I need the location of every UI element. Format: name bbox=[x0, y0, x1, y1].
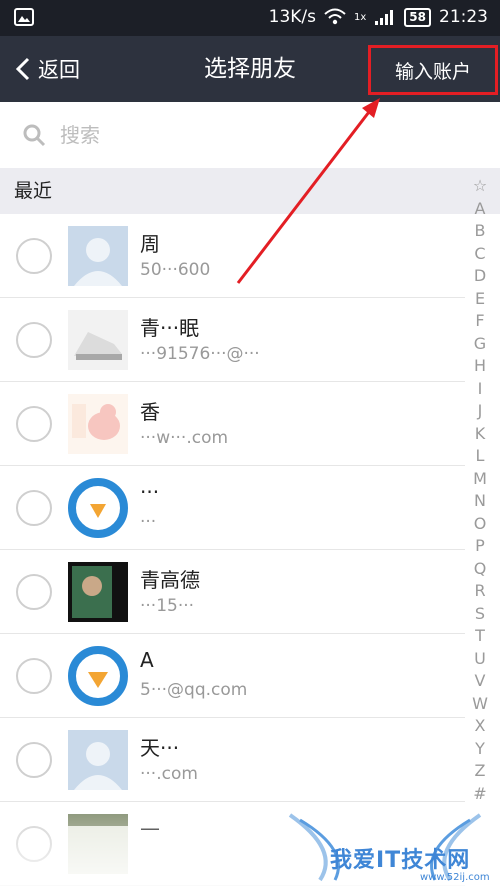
friend-name: 周 bbox=[140, 232, 160, 256]
index-letter[interactable]: G bbox=[468, 333, 492, 356]
watermark-text: 我爱IT技术网 bbox=[330, 848, 471, 873]
search-icon bbox=[23, 124, 46, 147]
alphabet-index: ☆ A B C D E F G H I J K L M N O P Q R S … bbox=[468, 175, 492, 805]
friend-name: 香 bbox=[140, 400, 160, 424]
network-speed: 13K/s bbox=[268, 7, 317, 27]
friend-row[interactable]: 香 ···w···.com bbox=[0, 382, 465, 466]
watermark-url: www.52ij.com bbox=[420, 872, 490, 883]
friend-row[interactable]: 天··· ···.com bbox=[0, 718, 465, 802]
index-letter[interactable]: O bbox=[468, 513, 492, 536]
select-radio[interactable] bbox=[16, 406, 52, 442]
index-letter[interactable]: V bbox=[468, 670, 492, 693]
friend-detail: 5···@qq.com bbox=[140, 680, 248, 700]
section-header-recent: 最近 bbox=[0, 168, 500, 214]
index-letter[interactable]: A bbox=[468, 198, 492, 221]
friend-name: 青···眠 bbox=[140, 316, 200, 340]
friend-row[interactable]: 周 50···600 bbox=[0, 214, 465, 298]
index-letter[interactable]: C bbox=[468, 243, 492, 266]
friend-detail: ··· bbox=[140, 512, 157, 532]
avatar bbox=[68, 730, 128, 790]
friend-detail: ···15··· bbox=[140, 596, 195, 616]
friend-name: ··· bbox=[140, 480, 160, 504]
index-letter[interactable]: H bbox=[468, 355, 492, 378]
status-bar: 13K/s 1x 58 21:23 bbox=[0, 0, 500, 36]
index-letter[interactable]: D bbox=[468, 265, 492, 288]
clock: 21:23 bbox=[439, 7, 488, 27]
index-letter[interactable]: J bbox=[468, 400, 492, 423]
select-radio[interactable] bbox=[16, 238, 52, 274]
select-radio[interactable] bbox=[16, 658, 52, 694]
avatar bbox=[68, 478, 128, 538]
avatar bbox=[68, 562, 128, 622]
chevron-left-icon bbox=[16, 57, 30, 81]
index-letter[interactable]: W bbox=[468, 693, 492, 716]
index-letter[interactable]: I bbox=[468, 378, 492, 401]
search-bar bbox=[0, 102, 500, 168]
index-letter[interactable]: N bbox=[468, 490, 492, 513]
index-letter[interactable]: E bbox=[468, 288, 492, 311]
select-radio[interactable] bbox=[16, 742, 52, 778]
index-letter[interactable]: T bbox=[468, 625, 492, 648]
index-star[interactable]: ☆ bbox=[468, 175, 492, 198]
battery-indicator: 58 bbox=[404, 7, 431, 27]
index-letter[interactable]: X bbox=[468, 715, 492, 738]
select-radio[interactable] bbox=[16, 490, 52, 526]
index-letter[interactable]: L bbox=[468, 445, 492, 468]
select-radio[interactable] bbox=[16, 322, 52, 358]
select-radio[interactable] bbox=[16, 574, 52, 610]
wifi-icon bbox=[324, 8, 346, 25]
index-letter[interactable]: Z bbox=[468, 760, 492, 783]
index-letter[interactable]: Q bbox=[468, 558, 492, 581]
signal-label: 1x bbox=[354, 11, 367, 23]
index-letter[interactable]: M bbox=[468, 468, 492, 491]
friend-name: 青高德 bbox=[140, 568, 200, 592]
back-button[interactable]: 返回 bbox=[16, 36, 80, 102]
friend-row[interactable]: A 5···@qq.com bbox=[0, 634, 465, 718]
index-letter[interactable]: Y bbox=[468, 738, 492, 761]
avatar bbox=[68, 394, 128, 454]
back-label: 返回 bbox=[38, 58, 80, 82]
index-letter[interactable]: K bbox=[468, 423, 492, 446]
status-right: 13K/s 1x 58 21:23 bbox=[269, 7, 488, 27]
friend-name: A bbox=[140, 648, 154, 672]
index-letter[interactable]: P bbox=[468, 535, 492, 558]
gallery-icon bbox=[14, 8, 34, 26]
friend-row[interactable]: 青高德 ···15··· bbox=[0, 550, 465, 634]
friend-row[interactable]: 青···眠 ···91576···@··· bbox=[0, 298, 465, 382]
friend-name: 天··· bbox=[140, 736, 180, 760]
friend-list: 周 50···600 青···眠 ···91576···@··· 香 ···w·… bbox=[0, 214, 465, 886]
friend-detail: ···.com bbox=[140, 764, 198, 784]
friend-row[interactable]: ··· ··· bbox=[0, 466, 465, 550]
avatar bbox=[68, 310, 128, 370]
signal-icon bbox=[375, 10, 394, 25]
search-input[interactable] bbox=[58, 122, 462, 148]
friend-detail: 50···600 bbox=[140, 260, 211, 280]
index-letter[interactable]: U bbox=[468, 648, 492, 671]
avatar bbox=[68, 226, 128, 286]
friend-detail: ···91576···@··· bbox=[140, 344, 260, 364]
avatar bbox=[68, 646, 128, 706]
friend-detail: ···w···.com bbox=[140, 428, 229, 448]
index-letter[interactable]: R bbox=[468, 580, 492, 603]
index-letter[interactable]: F bbox=[468, 310, 492, 333]
enter-account-button[interactable]: 输入账户 bbox=[368, 45, 498, 95]
index-letter[interactable]: B bbox=[468, 220, 492, 243]
index-letter[interactable]: S bbox=[468, 603, 492, 626]
